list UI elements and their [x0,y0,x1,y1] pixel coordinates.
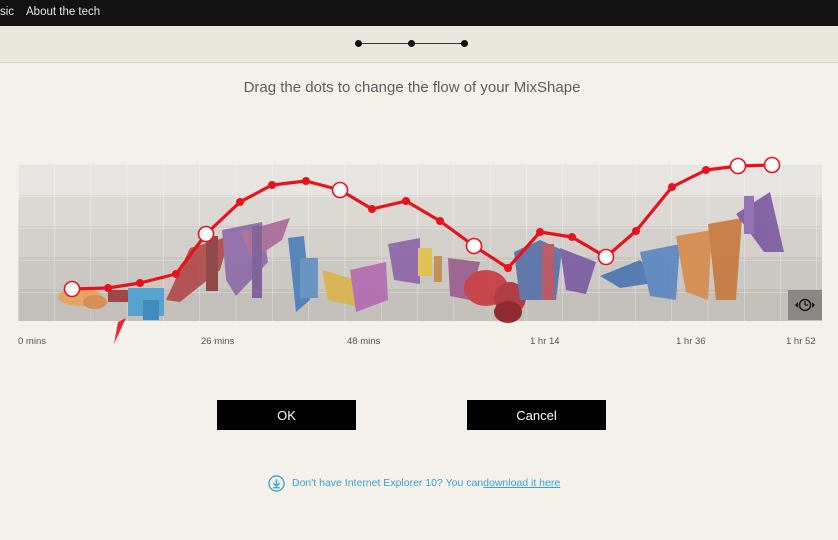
drag-handle-dot[interactable] [763,156,781,174]
step-dot-1[interactable] [355,40,362,47]
drag-handle-dot[interactable] [197,225,215,243]
ie-download-notice: Don't have Internet Explorer 10? You can… [268,474,560,492]
download-icon [268,474,285,492]
download-link[interactable]: download it here [483,477,560,489]
step-dot-3[interactable] [461,40,468,47]
drag-handle-dot[interactable] [63,280,81,298]
mixshape-timeline-chart[interactable] [0,150,838,350]
nav-about-tech-link[interactable]: About the tech [26,6,100,18]
step-dot-2[interactable] [408,40,415,47]
time-label: 1 hr 36 [676,336,706,347]
ie-notice-text: Don't have Internet Explorer 10? You can [292,477,484,489]
ok-button[interactable]: OK [217,400,356,430]
cancel-button[interactable]: Cancel [467,400,606,430]
time-label-end: 1 hr 52 [786,336,816,347]
instruction-text: Drag the dots to change the flow of your… [243,79,581,96]
drag-handle-dot[interactable] [729,157,747,175]
time-label: 1 hr 14 [530,336,560,347]
drag-handle-dot[interactable] [331,181,349,199]
drag-handle-dot[interactable] [597,248,615,266]
nav-music-link[interactable]: sic [0,6,14,18]
time-label: 48 mins [347,336,381,347]
clock-arrows-icon[interactable] [788,290,822,320]
drag-handle-dot[interactable] [465,237,483,255]
top-navigation-bar: sic About the tech [0,0,838,26]
time-label: 26 mins [201,336,235,347]
step-indicator [0,26,838,63]
time-label-start: 0 mins [18,336,46,347]
